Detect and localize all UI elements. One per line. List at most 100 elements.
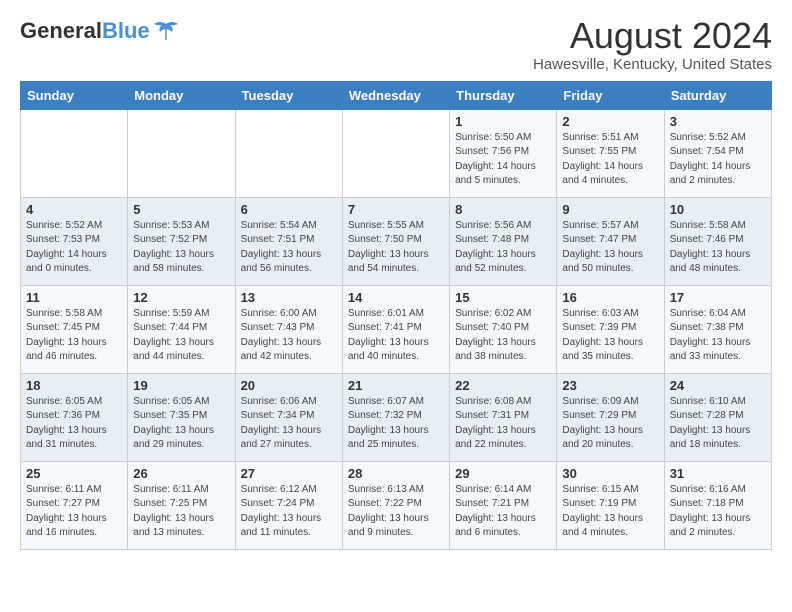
day-info: Sunrise: 6:06 AM Sunset: 7:34 PM Dayligh… bbox=[241, 395, 337, 453]
week-row-3: 11Sunrise: 5:58 AM Sunset: 7:45 PM Dayli… bbox=[21, 285, 772, 373]
day-number: 15 bbox=[455, 290, 551, 305]
day-info: Sunrise: 5:57 AM Sunset: 7:47 PM Dayligh… bbox=[562, 219, 658, 277]
day-info: Sunrise: 6:13 AM Sunset: 7:22 PM Dayligh… bbox=[348, 483, 444, 541]
day-info: Sunrise: 5:58 AM Sunset: 7:46 PM Dayligh… bbox=[670, 219, 766, 277]
week-row-1: 1Sunrise: 5:50 AM Sunset: 7:56 PM Daylig… bbox=[21, 109, 772, 197]
calendar-cell: 15 Sunrise: 6:02 AM Sunset: 7:40 PM Dayli… bbox=[450, 285, 557, 373]
header-thursday: Thursday bbox=[450, 81, 557, 109]
calendar-cell: 5 Sunrise: 5:53 AM Sunset: 7:52 PM Daylig… bbox=[128, 197, 235, 285]
day-info: Sunrise: 5:50 AM Sunset: 7:56 PM Dayligh… bbox=[455, 131, 551, 189]
title-block: August 2024 Hawesville, Kentucky, United… bbox=[533, 16, 772, 73]
calendar-cell bbox=[21, 109, 128, 197]
logo-text: GeneralBlue bbox=[20, 20, 150, 42]
day-number: 30 bbox=[562, 466, 658, 481]
day-number: 12 bbox=[133, 290, 229, 305]
calendar-cell: 25 Sunrise: 6:11 AM Sunset: 7:27 PM Dayli… bbox=[21, 461, 128, 549]
header-saturday: Saturday bbox=[664, 81, 771, 109]
day-number: 3 bbox=[670, 114, 766, 129]
calendar-cell: 17 Sunrise: 6:04 AM Sunset: 7:38 PM Dayli… bbox=[664, 285, 771, 373]
day-info: Sunrise: 6:10 AM Sunset: 7:28 PM Dayligh… bbox=[670, 395, 766, 453]
calendar-cell: 3 Sunrise: 5:52 AM Sunset: 7:54 PM Daylig… bbox=[664, 109, 771, 197]
day-number: 2 bbox=[562, 114, 658, 129]
day-info: Sunrise: 6:07 AM Sunset: 7:32 PM Dayligh… bbox=[348, 395, 444, 453]
calendar-cell: 28 Sunrise: 6:13 AM Sunset: 7:22 PM Dayli… bbox=[342, 461, 449, 549]
day-info: Sunrise: 5:58 AM Sunset: 7:45 PM Dayligh… bbox=[26, 307, 122, 365]
day-number: 9 bbox=[562, 202, 658, 217]
calendar-cell: 10Sunrise: 5:58 AM Sunset: 7:46 PM Dayli… bbox=[664, 197, 771, 285]
calendar-cell: 6Sunrise: 5:54 AM Sunset: 7:51 PM Daylig… bbox=[235, 197, 342, 285]
day-number: 14 bbox=[348, 290, 444, 305]
day-number: 26 bbox=[133, 466, 229, 481]
day-info: Sunrise: 6:05 AM Sunset: 7:35 PM Dayligh… bbox=[133, 395, 229, 453]
calendar-cell: 7 Sunrise: 5:55 AM Sunset: 7:50 PM Daylig… bbox=[342, 197, 449, 285]
day-info: Sunrise: 6:09 AM Sunset: 7:29 PM Dayligh… bbox=[562, 395, 658, 453]
header-monday: Monday bbox=[128, 81, 235, 109]
day-info: Sunrise: 6:14 AM Sunset: 7:21 PM Dayligh… bbox=[455, 483, 551, 541]
calendar-cell: 4Sunrise: 5:52 AM Sunset: 7:53 PM Daylig… bbox=[21, 197, 128, 285]
day-number: 20 bbox=[241, 378, 337, 393]
calendar-cell: 8Sunrise: 5:56 AM Sunset: 7:48 PM Daylig… bbox=[450, 197, 557, 285]
day-number: 22 bbox=[455, 378, 551, 393]
week-row-2: 4Sunrise: 5:52 AM Sunset: 7:53 PM Daylig… bbox=[21, 197, 772, 285]
day-number: 19 bbox=[133, 378, 229, 393]
day-info: Sunrise: 6:02 AM Sunset: 7:40 PM Dayligh… bbox=[455, 307, 551, 365]
day-info: Sunrise: 6:04 AM Sunset: 7:38 PM Dayligh… bbox=[670, 307, 766, 365]
day-info: Sunrise: 6:08 AM Sunset: 7:31 PM Dayligh… bbox=[455, 395, 551, 453]
day-number: 24 bbox=[670, 378, 766, 393]
day-number: 27 bbox=[241, 466, 337, 481]
calendar-cell: 11Sunrise: 5:58 AM Sunset: 7:45 PM Dayli… bbox=[21, 285, 128, 373]
day-number: 23 bbox=[562, 378, 658, 393]
day-info: Sunrise: 5:55 AM Sunset: 7:50 PM Dayligh… bbox=[348, 219, 444, 277]
calendar-cell: 29 Sunrise: 6:14 AM Sunset: 7:21 PM Dayli… bbox=[450, 461, 557, 549]
calendar-cell: 12Sunrise: 5:59 AM Sunset: 7:44 PM Dayli… bbox=[128, 285, 235, 373]
calendar-cell: 2 Sunrise: 5:51 AM Sunset: 7:55 PM Daylig… bbox=[557, 109, 664, 197]
day-info: Sunrise: 6:11 AM Sunset: 7:25 PM Dayligh… bbox=[133, 483, 229, 541]
calendar-cell: 18Sunrise: 6:05 AM Sunset: 7:36 PM Dayli… bbox=[21, 373, 128, 461]
calendar-cell: 21 Sunrise: 6:07 AM Sunset: 7:32 PM Dayli… bbox=[342, 373, 449, 461]
calendar-cell: 30 Sunrise: 6:15 AM Sunset: 7:19 PM Dayli… bbox=[557, 461, 664, 549]
week-row-5: 25 Sunrise: 6:11 AM Sunset: 7:27 PM Dayli… bbox=[21, 461, 772, 549]
calendar-cell: 27Sunrise: 6:12 AM Sunset: 7:24 PM Dayli… bbox=[235, 461, 342, 549]
page-header: GeneralBlue August 2024 Hawesville, Kent… bbox=[20, 16, 772, 73]
day-info: Sunrise: 6:00 AM Sunset: 7:43 PM Dayligh… bbox=[241, 307, 337, 365]
day-info: Sunrise: 6:11 AM Sunset: 7:27 PM Dayligh… bbox=[26, 483, 122, 541]
day-info: Sunrise: 5:56 AM Sunset: 7:48 PM Dayligh… bbox=[455, 219, 551, 277]
calendar-cell: 24 Sunrise: 6:10 AM Sunset: 7:28 PM Dayli… bbox=[664, 373, 771, 461]
day-info: Sunrise: 5:52 AM Sunset: 7:53 PM Dayligh… bbox=[26, 219, 122, 277]
day-info: Sunrise: 6:03 AM Sunset: 7:39 PM Dayligh… bbox=[562, 307, 658, 365]
calendar-cell: 19 Sunrise: 6:05 AM Sunset: 7:35 PM Dayli… bbox=[128, 373, 235, 461]
calendar-cell: 26 Sunrise: 6:11 AM Sunset: 7:25 PM Dayli… bbox=[128, 461, 235, 549]
day-info: Sunrise: 6:01 AM Sunset: 7:41 PM Dayligh… bbox=[348, 307, 444, 365]
day-number: 17 bbox=[670, 290, 766, 305]
day-number: 28 bbox=[348, 466, 444, 481]
logo: GeneralBlue bbox=[20, 20, 180, 42]
day-number: 13 bbox=[241, 290, 337, 305]
calendar-cell: 16 Sunrise: 6:03 AM Sunset: 7:39 PM Dayli… bbox=[557, 285, 664, 373]
calendar-cell: 23 Sunrise: 6:09 AM Sunset: 7:29 PM Dayli… bbox=[557, 373, 664, 461]
day-info: Sunrise: 5:52 AM Sunset: 7:54 PM Dayligh… bbox=[670, 131, 766, 189]
month-title: August 2024 bbox=[533, 16, 772, 56]
day-info: Sunrise: 5:51 AM Sunset: 7:55 PM Dayligh… bbox=[562, 131, 658, 189]
day-number: 29 bbox=[455, 466, 551, 481]
day-number: 7 bbox=[348, 202, 444, 217]
day-info: Sunrise: 6:15 AM Sunset: 7:19 PM Dayligh… bbox=[562, 483, 658, 541]
calendar-cell bbox=[342, 109, 449, 197]
calendar-cell: 13 Sunrise: 6:00 AM Sunset: 7:43 PM Dayli… bbox=[235, 285, 342, 373]
day-number: 5 bbox=[133, 202, 229, 217]
logo-bird-icon bbox=[152, 20, 180, 42]
calendar-table: SundayMondayTuesdayWednesdayThursdayFrid… bbox=[20, 81, 772, 550]
calendar-cell bbox=[235, 109, 342, 197]
header-sunday: Sunday bbox=[21, 81, 128, 109]
header-friday: Friday bbox=[557, 81, 664, 109]
day-number: 6 bbox=[241, 202, 337, 217]
header-tuesday: Tuesday bbox=[235, 81, 342, 109]
day-number: 25 bbox=[26, 466, 122, 481]
calendar-cell: 1Sunrise: 5:50 AM Sunset: 7:56 PM Daylig… bbox=[450, 109, 557, 197]
day-number: 21 bbox=[348, 378, 444, 393]
calendar-cell: 22 Sunrise: 6:08 AM Sunset: 7:31 PM Dayli… bbox=[450, 373, 557, 461]
day-number: 18 bbox=[26, 378, 122, 393]
day-number: 16 bbox=[562, 290, 658, 305]
header-wednesday: Wednesday bbox=[342, 81, 449, 109]
day-info: Sunrise: 5:53 AM Sunset: 7:52 PM Dayligh… bbox=[133, 219, 229, 277]
day-number: 31 bbox=[670, 466, 766, 481]
